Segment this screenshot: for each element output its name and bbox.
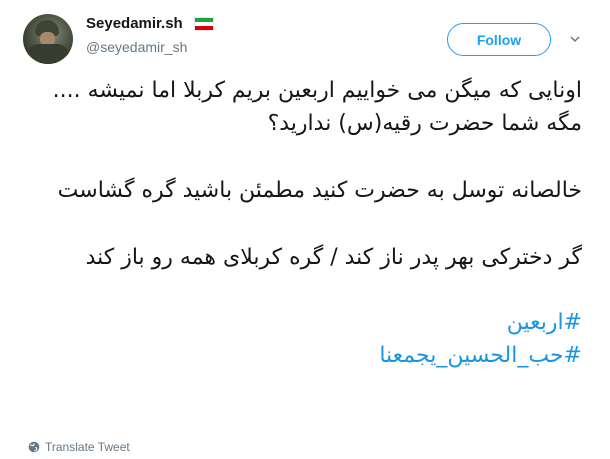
avatar[interactable] <box>23 14 73 64</box>
hashtag-link[interactable]: #حب_الحسین_یجمعنا <box>28 339 582 372</box>
hashtag-list: #اربعین #حب_الحسین_یجمعنا <box>28 306 582 372</box>
follow-button[interactable]: Follow <box>447 23 551 56</box>
tweet-paragraph: خالصانه توسل به حضرت کنید مطمئن باشید گر… <box>57 178 582 203</box>
chevron-down-icon[interactable] <box>570 34 580 44</box>
iran-flag-icon <box>194 17 214 31</box>
tweet-paragraph: گر دخترکی بهر پدر ناز کند / گره کربلای ه… <box>85 245 582 270</box>
user-handle[interactable]: @seyedamir_sh <box>86 39 187 55</box>
hashtag-link[interactable]: #اربعین <box>28 306 582 339</box>
translate-tweet-link[interactable]: Translate Tweet <box>28 438 130 456</box>
display-name[interactable]: Seyedamir.sh <box>86 15 183 32</box>
flag-stripe-red <box>195 26 213 30</box>
tweet-text: اونایی که میگن می خواییم اربعین بریم کرب… <box>28 74 582 372</box>
globe-icon <box>28 441 40 453</box>
avatar-body <box>27 44 69 64</box>
tweet-paragraph: اونایی که میگن می خواییم اربعین بریم کرب… <box>52 78 582 136</box>
translate-label: Translate Tweet <box>45 440 130 454</box>
